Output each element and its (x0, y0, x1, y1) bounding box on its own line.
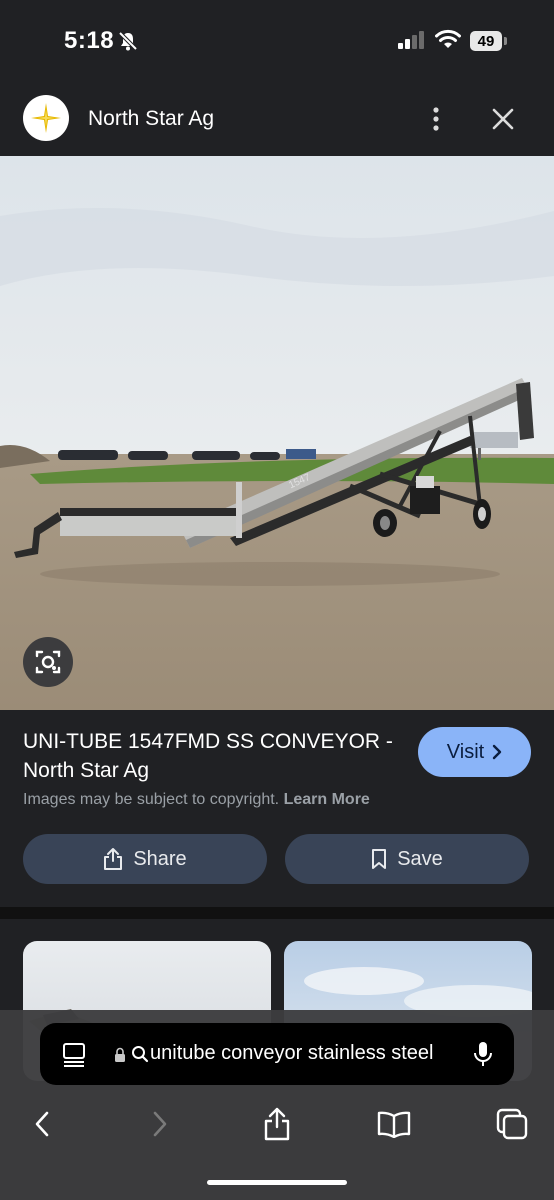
battery-tip (504, 37, 507, 45)
home-indicator (207, 1180, 347, 1185)
section-divider (0, 907, 554, 919)
more-options-icon[interactable] (424, 104, 448, 134)
share-icon (104, 848, 123, 870)
image-viewer-header: North Star Ag (0, 82, 554, 156)
visit-button[interactable]: Visit (418, 727, 531, 777)
result-info-panel: UNI-TUBE 1547FMD SS CONVEYOR - North Sta… (0, 710, 554, 907)
status-time: 5:18 (64, 27, 115, 54)
search-icon (132, 1046, 149, 1063)
share-button[interactable]: Share (23, 834, 267, 884)
star-logo-icon (23, 95, 69, 141)
chevron-right-icon (493, 744, 502, 760)
camera-lens-icon (35, 650, 61, 674)
share-page-button[interactable] (257, 1104, 297, 1144)
conveyor-image[interactable]: 1547 (0, 156, 554, 710)
copyright-notice: Images may be subject to copyright. Lear… (23, 791, 370, 809)
cellular-signal-icon (398, 31, 424, 49)
browser-toolbar: unitube conveyor stainless steel (0, 1010, 554, 1200)
save-label: Save (397, 847, 443, 870)
battery-indicator: 49 (470, 31, 502, 51)
chevron-left-icon (35, 1111, 49, 1137)
wifi-icon (435, 29, 461, 48)
close-icon[interactable] (490, 106, 516, 132)
address-bar[interactable]: unitube conveyor stainless steel (40, 1023, 514, 1085)
visit-label: Visit (446, 740, 485, 763)
share-icon (264, 1107, 290, 1141)
lens-search-button[interactable] (23, 637, 73, 687)
save-button[interactable]: Save (285, 834, 529, 884)
back-button[interactable] (22, 1104, 62, 1144)
share-label: Share (133, 847, 187, 870)
microphone-icon[interactable] (472, 1040, 494, 1068)
learn-more-link[interactable]: Learn More (284, 791, 370, 808)
tabs-icon (496, 1108, 528, 1140)
page-menu-icon[interactable] (62, 1042, 86, 1068)
chevron-right-icon (153, 1111, 167, 1137)
bell-muted-icon (118, 31, 138, 51)
bookmark-icon (372, 849, 387, 869)
site-name[interactable]: North Star Ag (88, 107, 214, 131)
status-bar: 5:18 49 (0, 0, 554, 82)
tabs-button[interactable] (492, 1104, 532, 1144)
search-query[interactable]: unitube conveyor stainless steel (150, 1042, 434, 1065)
bookmarks-button[interactable] (374, 1104, 414, 1144)
copyright-text: Images may be subject to copyright. (23, 791, 280, 808)
book-icon (377, 1111, 411, 1138)
forward-button[interactable] (140, 1104, 180, 1144)
lock-icon (115, 1047, 125, 1062)
result-title[interactable]: UNI-TUBE 1547FMD SS CONVEYOR - North Sta… (23, 727, 403, 785)
